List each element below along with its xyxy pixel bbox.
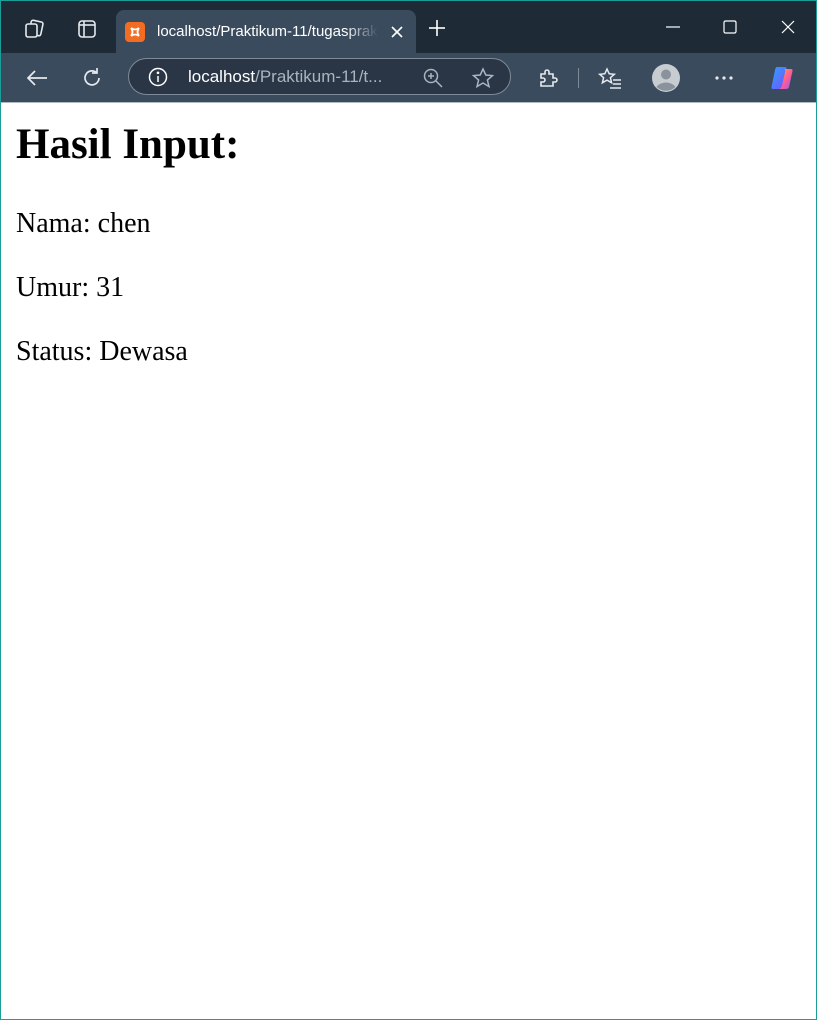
maximize-button[interactable]	[707, 7, 753, 47]
toolbar: localhost/Praktikum-11/t...	[1, 53, 816, 102]
browser-window: localhost/Praktikum-11/tugaspraktikum11.…	[0, 0, 817, 1020]
page-title: Hasil Input:	[16, 121, 240, 168]
puzzle-icon[interactable]	[530, 60, 566, 96]
result-status: Status: Dewasa	[16, 336, 188, 367]
maximize-icon	[723, 20, 737, 34]
arrow-left-icon	[26, 70, 47, 86]
more-icon[interactable]	[706, 60, 742, 96]
back-button[interactable]	[19, 60, 55, 96]
workspaces-icon[interactable]	[17, 12, 51, 46]
avatar-icon[interactable]	[648, 60, 684, 96]
url-path: /Praktikum-11/t...	[255, 67, 383, 86]
close-tab-icon[interactable]	[386, 21, 408, 43]
refresh-icon	[84, 68, 100, 86]
tab-bar: localhost/Praktikum-11/tugaspraktikum11.…	[1, 1, 816, 53]
address-url[interactable]: localhost/Praktikum-11/t...	[188, 67, 398, 87]
plus-icon	[429, 20, 445, 36]
new-tab-button[interactable]	[422, 13, 452, 43]
star-icon[interactable]	[471, 66, 495, 90]
toolbar-separator	[578, 68, 579, 88]
result-nama: Nama: chen	[16, 208, 151, 239]
close-window-button[interactable]	[765, 7, 811, 47]
info-icon[interactable]	[148, 67, 168, 87]
url-host: localhost	[188, 67, 256, 86]
minimize-button[interactable]	[650, 7, 696, 47]
address-bar[interactable]: localhost/Praktikum-11/t...	[128, 58, 511, 95]
minimize-icon	[666, 26, 680, 28]
tab-actions-icon[interactable]	[70, 12, 104, 46]
zoom-in-icon[interactable]	[422, 67, 444, 89]
xampp-favicon-icon	[125, 22, 145, 42]
refresh-button[interactable]	[74, 60, 110, 96]
tab-title: localhost/Praktikum-11/tugaspraktikum11.…	[157, 23, 378, 40]
page-content: Hasil Input: Nama: chen Umur: 31 Status:…	[1, 103, 816, 1019]
tab-active[interactable]: localhost/Praktikum-11/tugaspraktikum11.…	[116, 10, 416, 53]
copilot-icon[interactable]	[764, 60, 800, 96]
result-umur: Umur: 31	[16, 272, 125, 303]
favorites-list-icon[interactable]	[592, 60, 628, 96]
close-icon	[781, 20, 795, 34]
